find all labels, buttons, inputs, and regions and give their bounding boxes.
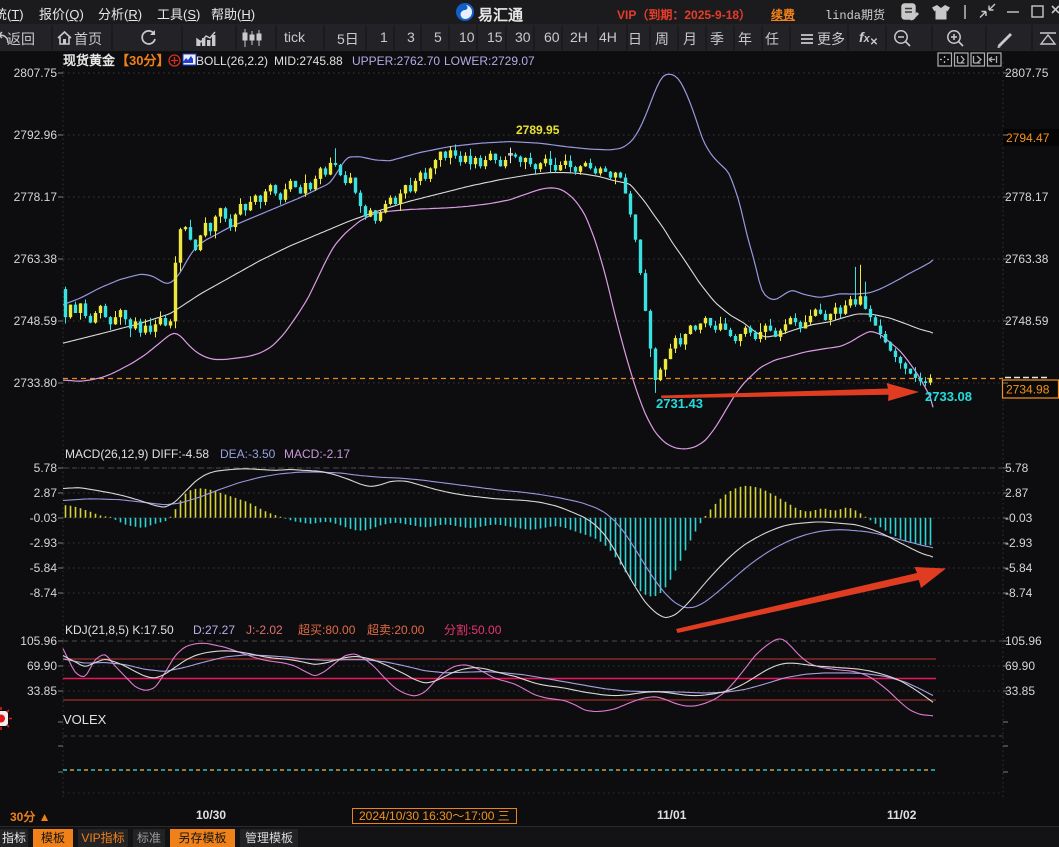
svg-text:2807.75: 2807.75 xyxy=(1005,66,1049,80)
svg-text:超买:80.00: 超买:80.00 xyxy=(298,622,356,637)
svg-text:-2.93: -2.93 xyxy=(30,536,58,550)
svg-text:DEA:-3.50: DEA:-3.50 xyxy=(220,447,276,461)
svg-text:-8.74: -8.74 xyxy=(1005,586,1033,600)
svg-text:UPPER:2762.70: UPPER:2762.70 xyxy=(352,54,440,68)
svg-text:2734.98: 2734.98 xyxy=(1006,383,1050,397)
svg-text:2789.95: 2789.95 xyxy=(516,123,560,137)
svg-text:J:-2.02: J:-2.02 xyxy=(246,623,283,637)
svg-text:2778.17: 2778.17 xyxy=(1005,190,1049,204)
svg-text:2733.08: 2733.08 xyxy=(925,389,972,404)
svg-text:【30分】: 【30分】 xyxy=(116,53,169,68)
svg-text:-5.84: -5.84 xyxy=(30,561,58,575)
svg-text:D:27.27: D:27.27 xyxy=(193,623,235,637)
svg-text:-0.03: -0.03 xyxy=(1005,511,1033,525)
svg-text:33.85: 33.85 xyxy=(1005,684,1035,698)
svg-text:2748.59: 2748.59 xyxy=(1005,314,1049,328)
svg-text:-0.03: -0.03 xyxy=(30,511,58,525)
svg-text:2733.80: 2733.80 xyxy=(14,376,58,390)
svg-text:2778.17: 2778.17 xyxy=(14,190,58,204)
svg-text:105.96: 105.96 xyxy=(1005,634,1042,648)
svg-text:-2.93: -2.93 xyxy=(1005,536,1033,550)
svg-text:超卖:20.00: 超卖:20.00 xyxy=(367,622,425,637)
svg-text:2.87: 2.87 xyxy=(1005,486,1029,500)
svg-text:2794.47: 2794.47 xyxy=(1006,131,1050,145)
svg-text:5.78: 5.78 xyxy=(34,461,58,475)
svg-text:69.90: 69.90 xyxy=(1005,659,1035,673)
svg-text:现货黄金: 现货黄金 xyxy=(63,53,116,68)
svg-text:33.85: 33.85 xyxy=(27,684,57,698)
svg-text:MACD:-2.17: MACD:-2.17 xyxy=(284,447,350,461)
svg-text:-8.74: -8.74 xyxy=(30,586,58,600)
svg-text:MACD(26,12,9) DIFF:-4.58: MACD(26,12,9) DIFF:-4.58 xyxy=(65,447,209,461)
svg-text:2792.96: 2792.96 xyxy=(14,128,58,142)
svg-text:KDJ(21,8,5) K:17.50: KDJ(21,8,5) K:17.50 xyxy=(65,623,174,637)
svg-text:5.78: 5.78 xyxy=(1005,461,1029,475)
svg-text:MID:2745.88: MID:2745.88 xyxy=(274,54,343,68)
svg-text:2807.75: 2807.75 xyxy=(14,66,58,80)
svg-text:-5.84: -5.84 xyxy=(1005,561,1033,575)
svg-text:2763.38: 2763.38 xyxy=(1005,252,1049,266)
svg-text:分割:50.00: 分割:50.00 xyxy=(444,622,502,637)
svg-text:2748.59: 2748.59 xyxy=(14,314,58,328)
svg-text:LOWER:2729.07: LOWER:2729.07 xyxy=(444,54,535,68)
svg-text:2.87: 2.87 xyxy=(34,486,58,500)
svg-text:VOLEX: VOLEX xyxy=(63,712,107,727)
svg-text:BOLL(26,2.2): BOLL(26,2.2) xyxy=(196,54,268,68)
svg-text:105.96: 105.96 xyxy=(20,634,57,648)
svg-text:2763.38: 2763.38 xyxy=(14,252,58,266)
svg-text:69.90: 69.90 xyxy=(27,659,57,673)
